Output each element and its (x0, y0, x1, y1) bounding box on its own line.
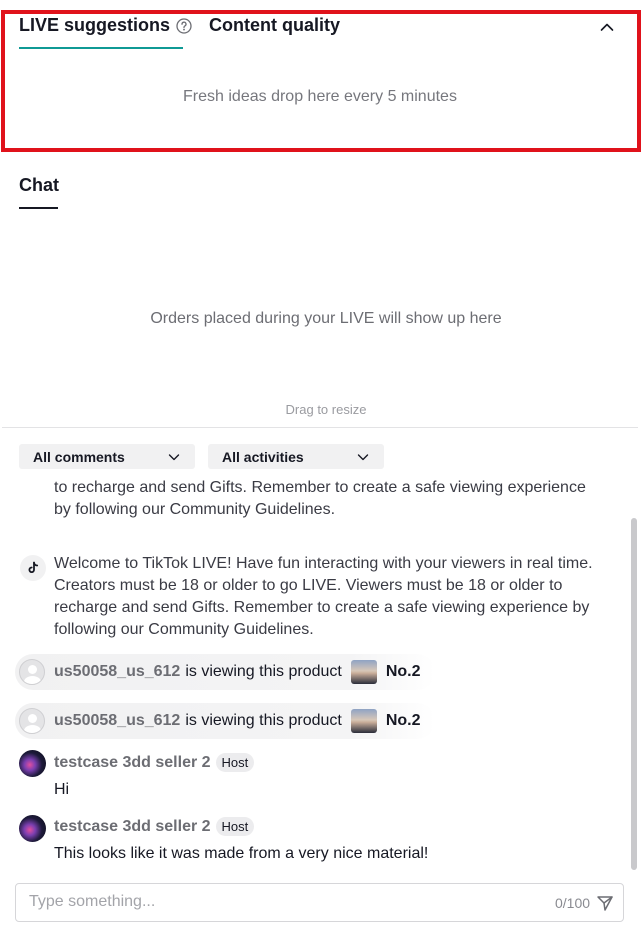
host-avatar[interactable] (19, 815, 46, 842)
product-name[interactable]: No.2 (386, 663, 421, 681)
tiktok-logo-icon (20, 555, 46, 581)
highlight-box (1, 10, 641, 152)
host-badge: Host (215, 817, 255, 836)
host-username[interactable]: testcase 3dd seller 2 (54, 818, 211, 836)
feed-scrollbar-thumb[interactable] (631, 518, 637, 870)
product-thumbnail[interactable] (350, 709, 377, 733)
divider (2, 427, 638, 428)
product-name[interactable]: No.2 (386, 712, 421, 730)
viewing-action-text: is viewing this product (185, 712, 342, 729)
product-view-event: us50058_us_612 is viewing this product N… (15, 703, 435, 739)
orders-empty-text: Orders placed during your LIVE will show… (150, 310, 502, 327)
product-view-event: us50058_us_612 is viewing this product N… (15, 654, 435, 690)
host-avatar[interactable] (19, 750, 46, 777)
send-button[interactable] (595, 893, 615, 913)
suggestions-panel: LIVE suggestions Content quality Fresh i… (0, 0, 643, 152)
char-counter: 0/100 (555, 895, 591, 911)
comment-input[interactable] (29, 893, 529, 911)
host-username[interactable]: testcase 3dd seller 2 (54, 754, 211, 772)
avatar (19, 659, 45, 685)
viewer-username[interactable]: us50058_us_612 (54, 663, 180, 681)
send-icon (597, 896, 613, 911)
activities-filter-label: All activities (222, 448, 304, 465)
drag-resize-handle[interactable]: Drag to resize (0, 402, 643, 417)
chat-tab[interactable]: Chat (19, 175, 59, 196)
system-message: Welcome to TikTok LIVE! Have fun interac… (54, 555, 593, 638)
chat-message-text: This looks like it was made from a very … (54, 845, 429, 862)
system-message: time. Creators must be 18 or older to go… (54, 479, 586, 518)
comment-input-box[interactable]: 0/100 (15, 883, 624, 922)
viewer-username[interactable]: us50058_us_612 (54, 712, 180, 730)
viewing-action-text: is viewing this product (185, 663, 342, 680)
chat-tab-indicator (19, 207, 58, 209)
chevron-down-icon (357, 453, 369, 460)
avatar (19, 708, 45, 734)
product-thumbnail[interactable] (350, 660, 377, 684)
chat-feed[interactable]: time. Creators must be 18 or older to go… (0, 476, 632, 874)
host-badge: Host (215, 753, 255, 772)
activities-filter-dropdown[interactable]: All activities (208, 444, 384, 469)
host-message-header: testcase 3dd seller 2 Host (54, 753, 255, 772)
chat-message-text: Hi (54, 781, 70, 798)
chevron-down-icon (168, 453, 180, 460)
comments-filter-label: All comments (33, 448, 125, 465)
host-message-header: testcase 3dd seller 2 Host (54, 817, 255, 836)
comments-filter-dropdown[interactable]: All comments (19, 444, 195, 469)
